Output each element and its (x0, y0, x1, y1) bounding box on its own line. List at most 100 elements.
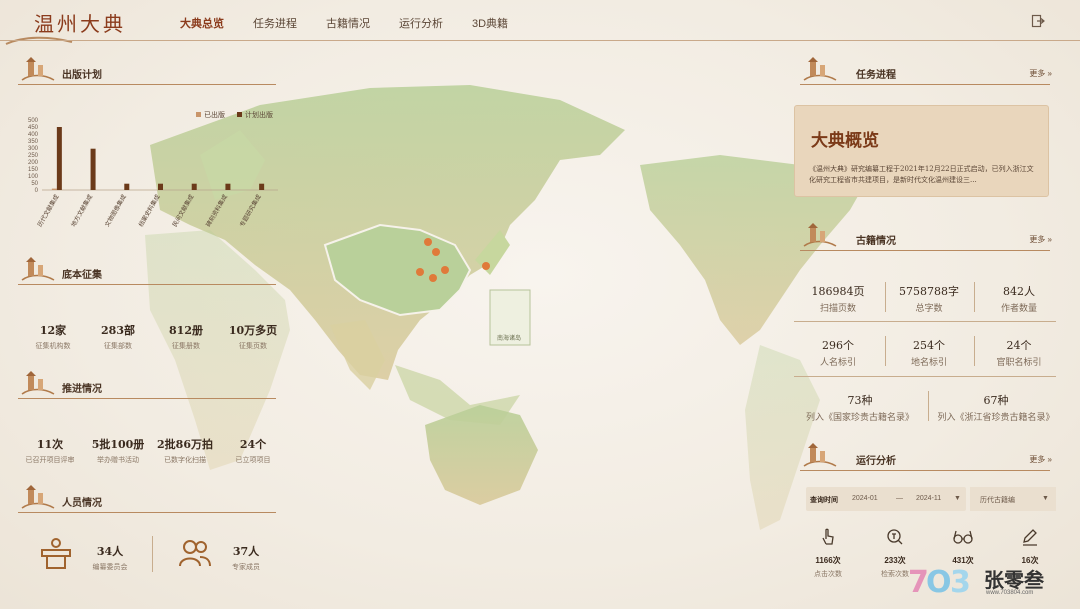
stat-value: 296个 (822, 339, 854, 352)
section-analysis-header: 运行分析 更多 » (782, 443, 1052, 474)
overview-card[interactable]: 大典概览 《温州大典》研究编纂工程于2021年12月22日正式启动，已列入浙江文… (794, 105, 1049, 197)
pavilion-icon (803, 443, 837, 467)
section-underline (800, 84, 1050, 85)
more-label: 更多 (1029, 235, 1046, 244)
nav-ancient-books[interactable]: 古籍情况 (326, 15, 370, 31)
x-tick-label: 民间文献集成 (171, 193, 196, 228)
section-collect-header: 底本征集 (0, 257, 280, 288)
y-tick-label: 400 (28, 132, 39, 138)
date-range-picker[interactable]: 查询时间 2024-01 — 2024-11 ▼ (806, 487, 966, 511)
pavilion-icon (803, 57, 837, 81)
stat-label: 人名标引 (819, 358, 856, 368)
stat-value: 186984页 (811, 285, 865, 298)
y-tick-label: 200 (28, 160, 39, 166)
section-title: 古籍情况 (856, 236, 896, 247)
stat-value: 254个 (913, 339, 945, 352)
category-select[interactable]: 历代古籍编 ▼ (970, 487, 1056, 511)
metric-value: 1166次 (815, 556, 841, 565)
stat-person-index: 296个人名标引 (798, 337, 878, 368)
stat-place-index: 254个地名标引 (890, 337, 968, 368)
stat-label: 扫描页数 (819, 304, 856, 314)
date-from[interactable]: 2024-01 (852, 495, 878, 502)
divider (794, 321, 1056, 322)
metric-label: 点击次数 (814, 571, 842, 578)
svg-text:3: 3 (950, 565, 971, 598)
x-tick-label: 专题研究集成 (238, 193, 263, 228)
nav-analysis[interactable]: 运行分析 (399, 15, 443, 31)
y-tick-label: 500 (28, 118, 39, 124)
section-underline (18, 84, 276, 85)
x-tick-label: 历代文献集成 (36, 193, 61, 228)
stat-national-list: 73种 列入《国家珍贵古籍名录》 (790, 392, 930, 423)
map-inset-label: 南海诸岛 (497, 336, 522, 342)
y-tick-label: 100 (28, 174, 39, 180)
section-underline (18, 284, 276, 285)
section-progress-header: 推进情况 (0, 371, 280, 402)
section-title: 出版计划 (62, 70, 102, 81)
more-label: 更多 (1029, 455, 1046, 464)
app-logo: 温州大典 (34, 12, 126, 36)
logo-swoosh-icon (5, 36, 73, 45)
stat-label: 专家成员 (232, 564, 260, 571)
section-ancient-header: 古籍情况 更多 » (782, 223, 1052, 254)
stat-label: 总字数 (915, 304, 943, 314)
nav-overview[interactable]: 大典总览 (180, 15, 224, 31)
bar-planned (124, 183, 130, 190)
watermark-url: www.703804.com (986, 590, 1034, 596)
section-underline (800, 470, 1050, 471)
ancient-more-link[interactable]: 更多 » (1029, 234, 1052, 245)
stat-label: 征集页数 (239, 343, 267, 350)
stat-value: 24个 (1006, 339, 1032, 352)
task-more-link[interactable]: 更多 » (1029, 68, 1052, 79)
stat-value: 5758788字 (899, 285, 959, 298)
y-tick-label: 50 (31, 181, 38, 187)
chevron-right-icon: » (1047, 455, 1052, 464)
watermark: 7O3 张零叁 www.703804.com (908, 562, 1044, 602)
select-value: 历代古籍编 (980, 497, 1015, 504)
pavilion-icon (21, 57, 55, 81)
chevron-down-icon[interactable]: ▼ (1042, 495, 1049, 502)
stat-experts: 37人专家成员 (206, 543, 286, 572)
section-title: 底本征集 (62, 270, 102, 281)
stat-value: 24个 (239, 438, 267, 451)
analysis-more-link[interactable]: 更多 » (1029, 454, 1052, 465)
search-icon (887, 529, 903, 545)
stat-label: 列入《浙江省珍贵古籍名录》 (937, 413, 1055, 423)
section-publish-header: 出版计划 (0, 57, 280, 88)
svg-text:O: O (926, 565, 952, 598)
stat-label: 官职名标引 (996, 358, 1042, 368)
date-to[interactable]: 2024-11 (916, 495, 941, 502)
stat-pages: 10万多页征集页数 (213, 322, 293, 351)
stat-label: 列入《国家珍贵古籍名录》 (805, 413, 914, 423)
x-tick-label: 档案史料集成 (137, 193, 162, 228)
publish-bar-chart: 050100150200250300350400450500 历代文献集成 地方文献… (28, 118, 278, 228)
divider (885, 282, 886, 312)
stat-office-index: 24个官职名标引 (980, 337, 1058, 368)
divider (885, 336, 886, 366)
stat-projects: 24个已立项项目 (213, 436, 293, 465)
query-label: 查询时间 (810, 497, 838, 504)
logout-icon[interactable] (1031, 14, 1045, 28)
stat-label: 已立项项目 (235, 457, 271, 464)
stat-label: 作者数量 (1000, 304, 1037, 314)
y-tick-label: 0 (35, 188, 39, 194)
nav-task-progress[interactable]: 任务进程 (253, 15, 297, 31)
pavilion-icon (21, 371, 55, 395)
stat-label: 地名标引 (910, 358, 947, 368)
chevron-down-icon[interactable]: ▼ (954, 495, 961, 502)
y-tick-label: 150 (28, 167, 39, 173)
stat-value: 37人 (232, 545, 260, 558)
divider (974, 336, 975, 366)
stat-scanned-pages: 186984页 扫描页数 (798, 283, 878, 314)
bar-planned (90, 148, 96, 190)
stat-value: 34人 (96, 545, 124, 558)
pavilion-icon (21, 485, 55, 509)
date-separator: — (896, 495, 903, 502)
pen-icon (1023, 529, 1037, 546)
nav-3d-books[interactable]: 3D典籍 (472, 15, 508, 31)
podium-icon (41, 538, 71, 569)
stat-value: 10万多页 (228, 324, 278, 337)
section-title: 任务进程 (856, 70, 896, 81)
y-tick-label: 250 (28, 153, 39, 159)
stat-total-words: 5758788字 总字数 (890, 283, 968, 314)
